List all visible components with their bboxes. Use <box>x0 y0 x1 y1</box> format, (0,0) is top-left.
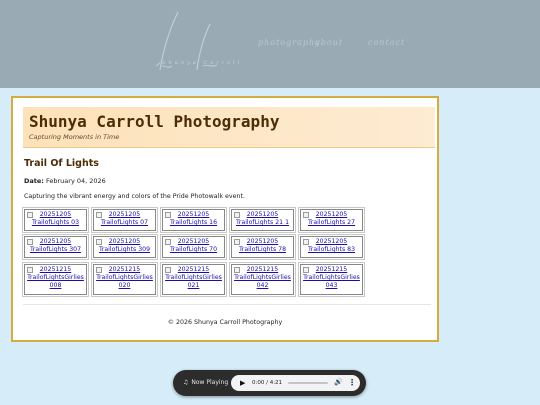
signature-text: Shunya Carroll <box>162 60 243 66</box>
broken-image-icon <box>234 212 240 218</box>
broken-image-icon <box>27 239 33 245</box>
nav-item-contact[interactable]: contact <box>368 38 405 47</box>
footer-copyright: © 2026 Shunya Carroll Photography <box>167 319 283 326</box>
gallery-thumb[interactable]: 20251215 TrailofLightsGirlies 020 <box>91 262 158 297</box>
content-card: Shunya Carroll Photography Capturing Mom… <box>11 96 439 342</box>
post-date: Date: February 04, 2026 <box>24 177 106 185</box>
gallery-thumb[interactable]: 20251205 TrailofLights 78 <box>229 234 296 260</box>
thumb-alt-text[interactable]: 20251205 TrailofLights 03 <box>25 210 86 227</box>
broken-image-icon <box>234 267 240 273</box>
thumb-alt-text[interactable]: 20251205 TrailofLights 307 <box>25 237 86 254</box>
post-description: Capturing the vibrant energy and colors … <box>24 193 245 200</box>
broken-image-icon <box>165 212 171 218</box>
thumb-alt-text[interactable]: 20251205 TrailofLights 78 <box>232 237 293 254</box>
broken-image-icon <box>165 267 171 273</box>
audio-player: ♫ Now Playing ▶ 0:00 / 4:21 🔊 ⋮ <box>173 370 366 396</box>
broken-image-icon <box>27 212 33 218</box>
gallery-thumb[interactable]: 20251215 TrailofLightsGirlies 042 <box>229 262 296 297</box>
post-date-value: February 04, 2026 <box>45 177 106 185</box>
thumb-alt-text[interactable]: 20251215 TrailofLightsGirlies 020 <box>94 265 155 290</box>
broken-image-icon <box>165 239 171 245</box>
site-tagline: Capturing Moments in Time <box>29 133 120 141</box>
thumb-alt-text[interactable]: 20251205 TrailofLights 83 <box>301 237 362 254</box>
thumb-alt-text[interactable]: 20251205 TrailofLights 309 <box>94 237 155 254</box>
site-header: Shunya Carroll Photography Capturing Mom… <box>23 107 435 148</box>
gallery-thumb[interactable]: 20251215 TrailofLightsGirlies 008 <box>22 262 89 297</box>
gallery-thumb[interactable]: 20251205 TrailofLights 03 <box>22 207 89 233</box>
broken-image-icon <box>96 239 102 245</box>
gallery-thumb[interactable]: 20251205 TrailofLights 307 <box>22 234 89 260</box>
site-title[interactable]: Shunya Carroll Photography <box>29 112 279 131</box>
broken-image-icon <box>27 267 33 273</box>
time-display: 0:00 / 4:21 <box>252 379 283 386</box>
thumb-alt-text[interactable]: 20251205 TrailofLights 27 <box>301 210 362 227</box>
broken-image-icon <box>303 212 309 218</box>
thumb-alt-text[interactable]: 20251205 TrailofLights 70 <box>163 237 224 254</box>
post-title: Trail Of Lights <box>24 158 99 169</box>
thumb-alt-text[interactable]: 20251205 TrailofLights 21 1 <box>232 210 293 227</box>
gallery-thumb[interactable]: 20251205 TrailofLights 70 <box>160 234 227 260</box>
thumb-alt-text[interactable]: 20251215 TrailofLightsGirlies 042 <box>232 265 293 290</box>
music-note-icon: ♫ <box>183 379 189 386</box>
nav-item-about[interactable]: about <box>315 38 343 47</box>
broken-image-icon <box>96 267 102 273</box>
post-date-label: Date: <box>24 177 44 185</box>
thumb-alt-text[interactable]: 20251205 TrailofLights 16 <box>163 210 224 227</box>
gallery-thumb[interactable]: 20251205 TrailofLights 07 <box>91 207 158 233</box>
gallery-thumb[interactable]: 20251205 TrailofLights 27 <box>298 207 365 233</box>
now-playing: ♫ Now Playing <box>183 379 228 386</box>
seek-slider[interactable] <box>288 382 328 384</box>
more-options-icon[interactable]: ⋮ <box>348 378 356 387</box>
gallery-thumb[interactable]: 20251215 TrailofLightsGirlies 021 <box>160 262 227 297</box>
thumb-alt-text[interactable]: 20251215 TrailofLightsGirlies 008 <box>25 265 86 290</box>
thumb-alt-text[interactable]: 20251215 TrailofLightsGirlies 021 <box>163 265 224 290</box>
gallery-thumb[interactable]: 20251205 TrailofLights 21 1 <box>229 207 296 233</box>
gallery-thumb[interactable]: 20251215 TrailofLightsGirlies 043 <box>298 262 365 297</box>
nav-item-photography[interactable]: photography <box>258 38 321 47</box>
volume-icon[interactable]: 🔊 <box>334 378 343 386</box>
now-playing-label: Now Playing <box>191 379 229 386</box>
audio-controls: ▶ 0:00 / 4:21 🔊 ⋮ <box>231 375 360 391</box>
play-icon[interactable]: ▶ <box>240 379 245 387</box>
thumb-alt-text[interactable]: 20251215 TrailofLightsGirlies 043 <box>301 265 362 290</box>
gallery-thumb[interactable]: 20251205 TrailofLights 16 <box>160 207 227 233</box>
gallery-thumb[interactable]: 20251205 TrailofLights 309 <box>91 234 158 260</box>
broken-image-icon <box>303 267 309 273</box>
footer-divider <box>23 304 431 305</box>
broken-image-icon <box>96 212 102 218</box>
broken-image-icon <box>303 239 309 245</box>
gallery-thumb[interactable]: 20251205 TrailofLights 83 <box>298 234 365 260</box>
thumb-alt-text[interactable]: 20251205 TrailofLights 07 <box>94 210 155 227</box>
broken-image-icon <box>234 239 240 245</box>
header-banner: Shunya Carroll photography about contact <box>0 0 540 88</box>
